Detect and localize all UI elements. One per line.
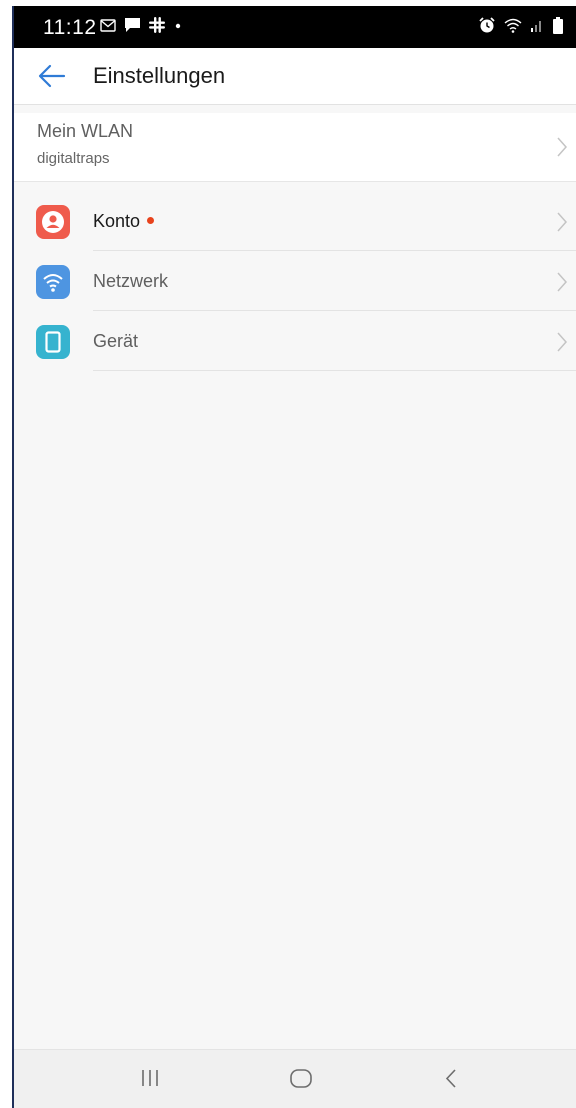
settings-list: Konto Netzwerk Gerät <box>14 191 576 371</box>
slack-icon <box>149 17 165 38</box>
settings-item-konto[interactable]: Konto <box>14 191 576 251</box>
gmail-icon <box>100 18 116 37</box>
app-header: Einstellungen <box>14 48 576 105</box>
wlan-network-name: digitaltraps <box>37 150 110 167</box>
status-bar: 11:12 <box>14 6 576 48</box>
settings-item-label: Konto <box>93 211 155 232</box>
chevron-right-icon <box>557 137 568 157</box>
back-icon <box>445 1069 456 1088</box>
chat-icon <box>124 17 141 38</box>
battery-icon <box>552 17 564 39</box>
settings-item-geraet[interactable]: Gerät <box>14 311 576 371</box>
wifi-icon <box>36 265 70 299</box>
chevron-right-icon <box>557 272 568 292</box>
divider <box>93 370 576 371</box>
notification-dot <box>147 216 155 224</box>
recent-apps-button[interactable] <box>130 1064 170 1094</box>
status-right-icons <box>478 17 564 39</box>
settings-item-netzwerk[interactable]: Netzwerk <box>14 251 576 311</box>
status-time: 11:12 <box>43 16 97 39</box>
home-icon <box>290 1069 312 1088</box>
system-nav-bar <box>14 1049 576 1108</box>
device-icon <box>36 325 70 359</box>
settings-item-label: Gerät <box>93 331 139 351</box>
phone-screen: 11:12 Einstellungen Mein WLAN digitaltra… <box>12 6 576 1108</box>
account-icon <box>36 205 70 239</box>
wlan-row[interactable]: Mein WLAN digitaltraps <box>14 113 576 182</box>
screenshot-frame: 11:12 Einstellungen Mein WLAN digitaltra… <box>0 0 576 1108</box>
recent-apps-icon <box>142 1070 158 1086</box>
page-title: Einstellungen <box>93 63 226 88</box>
settings-item-label: Netzwerk <box>93 271 169 291</box>
alarm-icon <box>478 17 496 39</box>
chevron-right-icon <box>557 332 568 352</box>
status-left-icons <box>100 17 183 38</box>
back-button[interactable] <box>36 62 68 90</box>
wlan-title: Mein WLAN <box>37 121 134 141</box>
dot-icon <box>173 17 183 38</box>
wifi-icon <box>504 18 522 38</box>
signal-icon <box>530 18 544 38</box>
home-button[interactable] <box>281 1064 321 1094</box>
nav-back-button[interactable] <box>431 1064 471 1094</box>
arrow-left-icon <box>38 64 66 88</box>
chevron-right-icon <box>557 212 568 232</box>
